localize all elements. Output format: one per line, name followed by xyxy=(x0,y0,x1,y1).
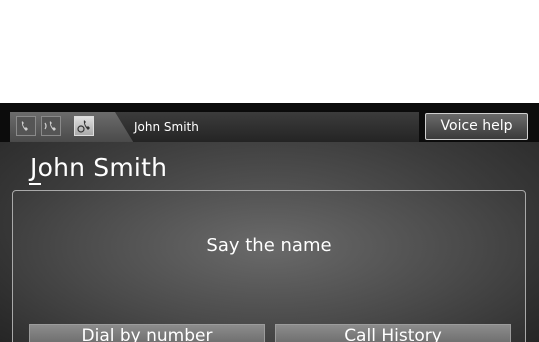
voice-prompt-box: Say the name Dial by number Call History xyxy=(12,190,526,342)
main-panel: John Smith Say the name Dial by number C… xyxy=(0,142,539,342)
dial-by-number-button[interactable]: Dial by number xyxy=(29,324,265,342)
top-status-bar: John Smith Voice help xyxy=(0,112,539,142)
call-history-button[interactable]: Call History xyxy=(275,324,511,342)
title-underline xyxy=(29,183,41,185)
phone-talk-icon xyxy=(74,116,94,136)
phone-signal-icon xyxy=(16,116,36,136)
navigation-screen: John Smith Voice help John Smith Say the… xyxy=(0,103,539,342)
contact-tab-label: John Smith xyxy=(134,120,199,134)
status-icon-strip xyxy=(10,112,133,142)
page-title: John Smith xyxy=(30,153,168,182)
prompt-text: Say the name xyxy=(206,235,332,256)
voice-help-button[interactable]: Voice help xyxy=(425,113,528,140)
phone-voice-icon xyxy=(41,116,61,136)
